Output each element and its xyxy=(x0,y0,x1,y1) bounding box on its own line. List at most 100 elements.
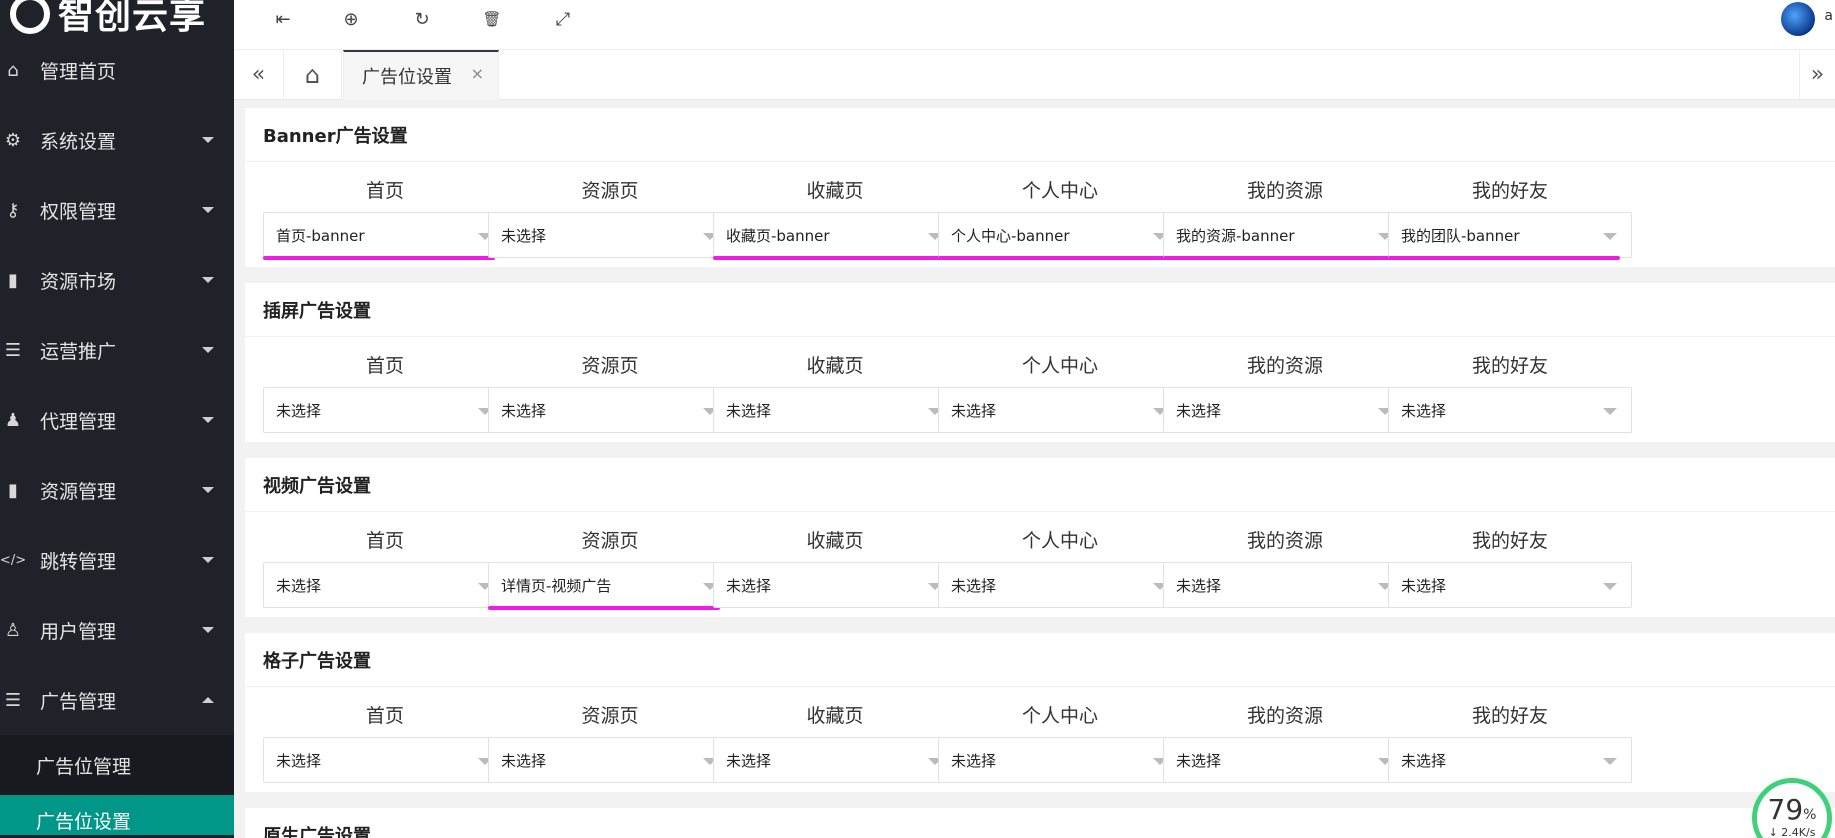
ad-field: 个人中心 未选择 xyxy=(938,526,1182,608)
tabs-prev-icon[interactable]: « xyxy=(234,50,284,99)
highlight-annotation xyxy=(1163,256,1395,260)
ad-select[interactable]: 未选择 xyxy=(938,387,1182,433)
sidebar-item-8[interactable]: ♙ 用户管理 xyxy=(0,595,234,665)
ad-select[interactable]: 未选择 xyxy=(488,387,732,433)
logo-text: 智创云享 xyxy=(58,0,207,35)
section-title: 原生广告设置 xyxy=(245,808,1835,838)
select-value: 未选择 xyxy=(1176,576,1222,595)
ad-field: 我的好友 未选择 xyxy=(1388,351,1632,433)
field-label: 我的好友 xyxy=(1471,180,1548,202)
select-value: 未选择 xyxy=(1401,401,1447,420)
ad-select[interactable]: 未选择 xyxy=(1163,562,1407,608)
refresh-icon[interactable]: ↻ xyxy=(409,6,435,32)
ad-section-card: 格子广告设置 首页 未选择 资源页 未选择 收藏页 未选择 个人中心 未选择 我的资源 未选择 我的好… xyxy=(245,633,1835,792)
select-value: 首页-banner xyxy=(276,226,365,245)
close-icon[interactable]: × xyxy=(471,64,484,83)
trash-icon[interactable]: 🗑 xyxy=(479,6,505,32)
sidebar-item-4[interactable]: ☰ 运营推广 xyxy=(0,315,234,385)
sidebar-item-7[interactable]: </> 跳转管理 xyxy=(0,525,234,595)
gear-icon: ⚙ xyxy=(4,129,22,151)
ad-select[interactable]: 收藏页-banner xyxy=(713,212,957,258)
home-icon: ⌂ xyxy=(7,59,19,81)
ad-select[interactable]: 未选择 xyxy=(488,212,732,258)
field-label: 收藏页 xyxy=(806,705,864,727)
ad-select[interactable]: 详情页-视频广告 xyxy=(488,562,732,608)
chevron-down-icon xyxy=(202,277,214,283)
avatar[interactable] xyxy=(1781,2,1815,36)
ad-field: 首页 未选择 xyxy=(263,351,507,433)
select-value: 未选择 xyxy=(276,751,322,770)
ad-select[interactable]: 未选择 xyxy=(1163,737,1407,783)
field-label: 资源页 xyxy=(581,705,639,727)
select-value: 未选择 xyxy=(951,401,997,420)
select-value: 未选择 xyxy=(1176,751,1222,770)
collapse-menu-icon[interactable]: ⇤ xyxy=(270,6,296,32)
ad-select[interactable]: 未选择 xyxy=(1388,737,1632,783)
select-value: 未选择 xyxy=(501,226,547,245)
sidebar-item-label: 权限管理 xyxy=(40,200,117,223)
select-value: 未选择 xyxy=(501,751,547,770)
select-value: 未选择 xyxy=(726,401,772,420)
highlight-annotation xyxy=(713,256,945,260)
sidebar-item-5[interactable]: ♟ 代理管理 xyxy=(0,385,234,455)
ad-select[interactable]: 个人中心-banner xyxy=(938,212,1182,258)
chevron-down-icon xyxy=(202,417,214,423)
tab-home-icon[interactable]: ⌂ xyxy=(284,50,342,99)
ad-select[interactable]: 我的团队-banner xyxy=(1388,212,1632,258)
field-label: 我的资源 xyxy=(1246,180,1323,202)
sidebar-item-label: 资源市场 xyxy=(40,270,117,293)
sidebar-item-6[interactable]: ▮ 资源管理 xyxy=(0,455,234,525)
net-percent-unit: % xyxy=(1803,807,1817,823)
ad-select[interactable]: 首页-banner xyxy=(263,212,507,258)
sidebar-item-label: 运营推广 xyxy=(40,340,117,363)
ad-select[interactable]: 未选择 xyxy=(713,562,957,608)
ad-field: 资源页 详情页-视频广告 xyxy=(488,526,732,608)
section-fields: 首页 首页-banner 资源页 未选择 收藏页 收藏页-banner 个人中心 个人中心-b… xyxy=(245,162,1835,267)
select-value: 个人中心-banner xyxy=(951,226,1070,245)
ad-select[interactable]: 未选择 xyxy=(938,562,1182,608)
ad-select[interactable]: 未选择 xyxy=(263,562,507,608)
user-initial[interactable]: a xyxy=(1824,8,1833,24)
sidebar: 智创云享 ⌂ 管理首页 ⚙ 系统设置 ⚷ 权限管理 ▮ 资源市场 ☰ 运营推广 ♟ 代理管理 ▮ 资源管理… xyxy=(0,0,234,838)
chevron-down-icon xyxy=(202,627,214,633)
fullscreen-icon[interactable]: ⤢ xyxy=(550,6,576,32)
ad-select[interactable]: 未选择 xyxy=(1163,387,1407,433)
book-icon: ▮ xyxy=(8,269,18,291)
sidebar-subitem-0[interactable]: 广告位管理 xyxy=(0,735,234,795)
sidebar-subitem-1[interactable]: 广告位设置 xyxy=(0,795,234,835)
ad-select[interactable]: 未选择 xyxy=(938,737,1182,783)
logo[interactable]: 智创云享 xyxy=(0,0,234,35)
select-value: 详情页-视频广告 xyxy=(501,576,612,595)
ad-select[interactable]: 未选择 xyxy=(263,737,507,783)
ad-select[interactable]: 未选择 xyxy=(488,737,732,783)
globe-icon[interactable]: ⊕ xyxy=(338,6,364,32)
select-value: 未选择 xyxy=(951,751,997,770)
ad-select[interactable]: 未选择 xyxy=(713,387,957,433)
select-value: 未选择 xyxy=(276,576,322,595)
ad-section-card: 插屏广告设置 首页 未选择 资源页 未选择 收藏页 未选择 个人中心 未选择 我的资源 未选择 我的好… xyxy=(245,283,1835,442)
sidebar-item-0[interactable]: ⌂ 管理首页 xyxy=(0,35,234,105)
sidebar-item-3[interactable]: ▮ 资源市场 xyxy=(0,245,234,315)
tab-ad-settings[interactable]: 广告位设置 × xyxy=(343,50,499,100)
ad-select[interactable]: 未选择 xyxy=(1388,562,1632,608)
tabs-next-icon[interactable]: » xyxy=(1799,50,1835,99)
highlight-annotation xyxy=(1388,256,1620,260)
chevron-down-icon xyxy=(1603,758,1617,765)
field-label: 个人中心 xyxy=(1021,530,1098,552)
field-label: 收藏页 xyxy=(806,180,864,202)
sidebar-submenu: 广告位管理 广告位设置 xyxy=(0,735,234,835)
ad-select[interactable]: 我的资源-banner xyxy=(1163,212,1407,258)
field-label: 我的资源 xyxy=(1246,355,1323,377)
ad-select[interactable]: 未选择 xyxy=(1388,387,1632,433)
field-label: 资源页 xyxy=(581,355,639,377)
ad-field: 我的资源 未选择 xyxy=(1163,526,1407,608)
section-title: Banner广告设置 xyxy=(245,108,1835,162)
sidebar-item-9[interactable]: ☰ 广告管理 xyxy=(0,665,234,735)
sidebar-item-1[interactable]: ⚙ 系统设置 xyxy=(0,105,234,175)
ad-select[interactable]: 未选择 xyxy=(263,387,507,433)
sidebar-item-2[interactable]: ⚷ 权限管理 xyxy=(0,175,234,245)
field-label: 首页 xyxy=(365,355,404,377)
sidebar-item-label: 资源管理 xyxy=(40,480,117,503)
ad-field: 收藏页收藏页-banner xyxy=(713,176,957,258)
ad-select[interactable]: 未选择 xyxy=(713,737,957,783)
